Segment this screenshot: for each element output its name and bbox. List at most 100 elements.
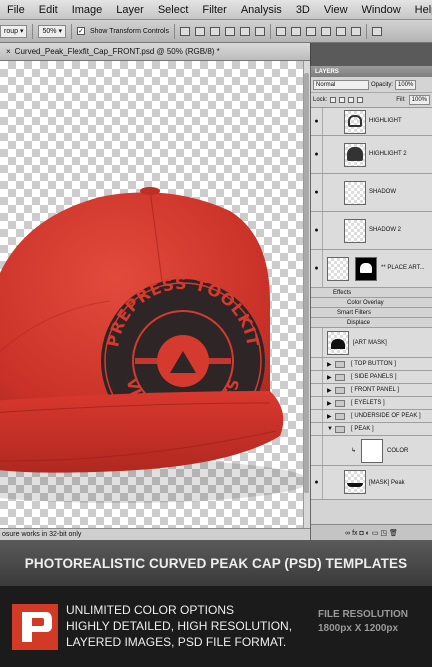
layer-thumbnail: [344, 143, 366, 167]
align-bottom-icon[interactable]: [209, 26, 220, 36]
group-row[interactable]: ▶[ TOP BUTTON ]: [311, 358, 432, 371]
visibility-eye-icon[interactable]: [311, 358, 323, 370]
visibility-eye-icon[interactable]: [311, 384, 323, 396]
menu-filter[interactable]: Filter: [195, 4, 233, 16]
group-row[interactable]: ▼[ PEAK ]: [311, 423, 432, 436]
resolution-info: FILE RESOLUTION 1800px X 1200px: [318, 608, 408, 636]
lock-position-icon[interactable]: [348, 97, 355, 103]
document-tab[interactable]: × Curved_Peak_Flexfit_Cap_FRONT.psd @ 50…: [0, 43, 310, 61]
auto-align-icon[interactable]: [371, 26, 382, 36]
group-row[interactable]: ▶[ UNDERSIDE OF PEAK ]: [311, 410, 432, 423]
lock-pixels-icon[interactable]: [339, 97, 346, 103]
layers-list: ● HIGHLIGHT ● HIGHLIGHT 2 ● SHADOW ● SHA…: [311, 108, 432, 500]
effects-row[interactable]: Displace: [311, 318, 432, 328]
menu-select[interactable]: Select: [151, 4, 196, 16]
menu-analysis[interactable]: Analysis: [234, 4, 289, 16]
visibility-eye-icon[interactable]: ●: [311, 108, 323, 135]
menu-3d[interactable]: 3D: [289, 4, 317, 16]
document-title: Curved_Peak_Flexfit_Cap_FRONT.psd @ 50% …: [14, 47, 220, 56]
layer-thumbnail: [344, 470, 366, 494]
layer-row[interactable]: ● ** PLACE ART...: [311, 250, 432, 288]
folder-icon: [335, 400, 345, 407]
menu-view[interactable]: View: [317, 4, 355, 16]
layer-row[interactable]: ● [MASK] Peak: [311, 466, 432, 500]
banner-title: PHOTOREALISTIC CURVED PEAK CAP (PSD) TEM…: [24, 555, 408, 571]
promo-banner: PHOTOREALISTIC CURVED PEAK CAP (PSD) TEM…: [0, 540, 432, 586]
effects-row[interactable]: Color Overlay: [311, 298, 432, 308]
distribute-bottom-icon[interactable]: [305, 26, 316, 36]
group-row[interactable]: ▶[ EYELETS ]: [311, 397, 432, 410]
layer-row[interactable]: ● SHADOW: [311, 174, 432, 212]
status-bar: osure works in 32-bit only: [0, 528, 310, 540]
show-transform-checkbox[interactable]: ✓: [76, 27, 85, 35]
visibility-eye-icon[interactable]: [311, 371, 323, 383]
align-right-icon[interactable]: [254, 26, 265, 36]
layers-bottom-toolbar: ∞ fx ◘ ◐ ▭ ◳ 🗑: [310, 524, 432, 540]
menu-window[interactable]: Window: [355, 4, 408, 16]
visibility-eye-icon[interactable]: [311, 423, 323, 435]
expand-arrow-icon[interactable]: ▶: [327, 400, 332, 407]
fill-input[interactable]: 100%: [408, 95, 430, 105]
visibility-eye-icon[interactable]: ●: [311, 466, 323, 499]
canvas[interactable]: PREPRESS TOOLKIT VINTAGE BADGES: [0, 61, 303, 528]
distribute-center-icon[interactable]: [290, 26, 301, 36]
group-row[interactable]: ▶[ SIDE PANELS ]: [311, 371, 432, 384]
smart-object-thumbnail: [327, 257, 349, 281]
expand-arrow-icon[interactable]: ▶: [327, 413, 332, 420]
visibility-eye-icon[interactable]: ●: [311, 174, 323, 211]
visibility-eye-icon[interactable]: [311, 436, 323, 465]
resolution-label: FILE RESOLUTION: [318, 609, 408, 620]
zoom-dropdown[interactable]: 50% ▾: [38, 24, 66, 38]
layer-row[interactable]: ● HIGHLIGHT 2: [311, 136, 432, 174]
layer-row[interactable]: ● HIGHLIGHT: [311, 108, 432, 136]
layer-name: SHADOW: [369, 189, 396, 195]
layer-row[interactable]: ↳ COLOR: [311, 436, 432, 466]
layer-name: SHADOW 2: [369, 227, 402, 233]
lock-transparency-icon[interactable]: [330, 97, 337, 103]
menu-image[interactable]: Image: [65, 4, 110, 16]
visibility-eye-icon[interactable]: [311, 328, 323, 357]
expand-arrow-icon[interactable]: ▶: [327, 361, 332, 368]
divider: [32, 23, 34, 39]
options-bar: roup ▾ 50% ▾ ✓ Show Transform Controls: [0, 20, 432, 43]
expand-arrow-icon[interactable]: ▶: [327, 387, 332, 394]
visibility-eye-icon[interactable]: ●: [311, 212, 323, 249]
align-center-icon[interactable]: [239, 26, 250, 36]
visibility-eye-icon[interactable]: ●: [311, 136, 323, 173]
expand-arrow-icon[interactable]: ▶: [327, 374, 332, 381]
distribute-left-icon[interactable]: [320, 26, 331, 36]
blend-row: Normal Opacity: 100%: [311, 77, 432, 93]
folder-icon: [335, 413, 345, 420]
distribute-right-icon[interactable]: [350, 26, 361, 36]
menu-layer[interactable]: Layer: [109, 4, 151, 16]
distribute-top-icon[interactable]: [275, 26, 286, 36]
auto-select-dropdown[interactable]: roup ▾: [0, 24, 28, 38]
visibility-eye-icon[interactable]: ●: [311, 250, 323, 287]
layers-panel-tab[interactable]: LAYERS: [311, 66, 432, 77]
layer-actions-icons[interactable]: ∞ fx ◘ ◐ ▭ ◳ 🗑: [345, 529, 398, 537]
align-middle-icon[interactable]: [194, 26, 205, 36]
distribute-hcenter-icon[interactable]: [335, 26, 346, 36]
top-button: [140, 187, 160, 195]
effects-row[interactable]: Smart Filters: [311, 308, 432, 318]
scrollbar-thumb[interactable]: [304, 73, 309, 493]
lock-all-icon[interactable]: [357, 97, 364, 103]
collapse-arrow-icon[interactable]: ▼: [327, 426, 333, 432]
effects-row[interactable]: Effects: [311, 288, 432, 298]
align-top-icon[interactable]: [179, 26, 190, 36]
align-left-icon[interactable]: [224, 26, 235, 36]
visibility-eye-icon[interactable]: [311, 397, 323, 409]
blend-mode-dropdown[interactable]: Normal: [313, 79, 369, 90]
layer-thumbnail: [344, 219, 366, 243]
menu-help[interactable]: Help: [408, 4, 432, 16]
visibility-eye-icon[interactable]: [311, 410, 323, 422]
divider: [173, 23, 175, 39]
opacity-input[interactable]: 100%: [395, 79, 417, 90]
folder-icon: [335, 374, 345, 381]
close-icon[interactable]: ×: [6, 47, 11, 56]
layer-row[interactable]: [ART MASK]: [311, 328, 432, 358]
menu-edit[interactable]: Edit: [32, 4, 65, 16]
menu-file[interactable]: File: [0, 4, 32, 16]
layer-row[interactable]: ● SHADOW 2: [311, 212, 432, 250]
group-row[interactable]: ▶[ FRONT PANEL ]: [311, 384, 432, 397]
